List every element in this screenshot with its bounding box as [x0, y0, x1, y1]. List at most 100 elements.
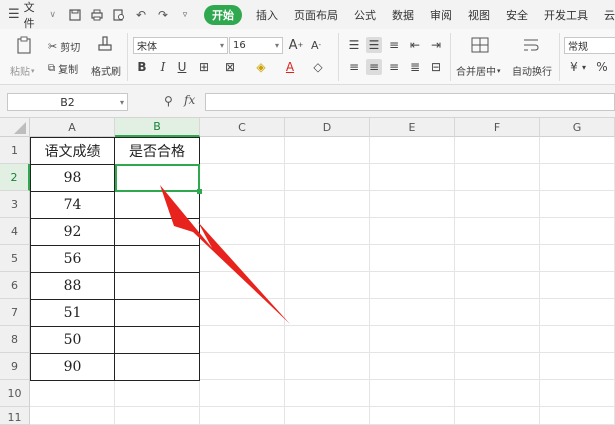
- empty-cell[interactable]: [285, 326, 370, 353]
- cell-b1[interactable]: 是否合格: [115, 137, 200, 165]
- align-top-icon[interactable]: ☰: [346, 37, 362, 53]
- tab-insert[interactable]: 插入: [248, 0, 286, 29]
- row-header-10[interactable]: 10: [0, 380, 30, 407]
- row-header-4[interactable]: 4: [0, 218, 30, 245]
- copy-button[interactable]: ⧉ 复制: [48, 61, 78, 76]
- empty-cell[interactable]: [540, 164, 615, 191]
- tab-data[interactable]: 数据: [384, 0, 422, 29]
- tab-view[interactable]: 视图: [460, 0, 498, 29]
- cell-a3[interactable]: 74: [30, 192, 115, 219]
- empty-cell[interactable]: [285, 191, 370, 218]
- undo-icon[interactable]: ↶: [132, 6, 150, 24]
- empty-cell[interactable]: [200, 191, 285, 218]
- empty-cell[interactable]: [540, 191, 615, 218]
- empty-cell[interactable]: [455, 407, 540, 425]
- borders-icon[interactable]: ⊞: [196, 59, 212, 75]
- underline-icon[interactable]: U: [174, 59, 190, 75]
- row-header-6[interactable]: 6: [0, 272, 30, 299]
- align-left-icon[interactable]: ≡: [346, 59, 362, 75]
- percent-icon[interactable]: %: [594, 59, 610, 75]
- wrap-text-label[interactable]: 自动换行: [512, 63, 552, 78]
- empty-cell[interactable]: [370, 380, 455, 407]
- row-header-5[interactable]: 5: [0, 245, 30, 272]
- column-header-d[interactable]: D: [285, 118, 370, 137]
- cell-b4[interactable]: [115, 219, 200, 246]
- merge-center-button[interactable]: 合并居中 ▾: [456, 63, 501, 79]
- fill-color-icon[interactable]: ⊠: [222, 59, 238, 75]
- empty-cell[interactable]: [540, 326, 615, 353]
- name-box[interactable]: B2 ▾: [7, 93, 128, 111]
- tab-developer[interactable]: 开发工具: [536, 0, 596, 29]
- empty-cell[interactable]: [370, 245, 455, 272]
- row-header-8[interactable]: 8: [0, 326, 30, 353]
- align-right-icon[interactable]: ≡: [386, 59, 402, 75]
- file-menu[interactable]: ☰ 文件 ∨: [0, 0, 56, 30]
- italic-icon[interactable]: I: [155, 59, 171, 75]
- font-size-select[interactable]: 16 ▾: [229, 37, 283, 54]
- row-header-1[interactable]: 1: [0, 137, 30, 164]
- empty-cell[interactable]: [285, 272, 370, 299]
- cell-a4[interactable]: 92: [30, 219, 115, 246]
- cell-a2[interactable]: 98: [30, 165, 115, 192]
- row-header-7[interactable]: 7: [0, 299, 30, 326]
- cell-b8[interactable]: [115, 327, 200, 354]
- print-preview-icon[interactable]: [110, 6, 128, 24]
- empty-cell[interactable]: [540, 245, 615, 272]
- tab-review[interactable]: 审阅: [422, 0, 460, 29]
- empty-cell[interactable]: [455, 326, 540, 353]
- empty-cell[interactable]: [285, 380, 370, 407]
- print-icon[interactable]: [88, 6, 106, 24]
- empty-cell[interactable]: [455, 380, 540, 407]
- align-middle-icon[interactable]: ☰: [366, 37, 382, 53]
- empty-cell[interactable]: [540, 272, 615, 299]
- empty-cell[interactable]: [370, 353, 455, 380]
- empty-cell[interactable]: [370, 326, 455, 353]
- cell-b3[interactable]: [115, 192, 200, 219]
- cut-button[interactable]: ✂ 剪切: [48, 39, 80, 54]
- insert-function-icon[interactable]: fx: [184, 93, 195, 107]
- empty-cell[interactable]: [285, 299, 370, 326]
- empty-cell[interactable]: [455, 218, 540, 245]
- cell-b2[interactable]: [115, 164, 200, 192]
- tab-home[interactable]: 开始: [204, 0, 242, 29]
- tab-cloud[interactable]: 云: [596, 0, 615, 29]
- tab-formulas[interactable]: 公式: [346, 0, 384, 29]
- column-header-f[interactable]: F: [455, 118, 540, 137]
- increase-indent-icon[interactable]: ⇥: [428, 37, 444, 53]
- tab-security[interactable]: 安全: [498, 0, 536, 29]
- empty-cell[interactable]: [370, 218, 455, 245]
- empty-cell[interactable]: [285, 407, 370, 425]
- empty-cell[interactable]: [200, 245, 285, 272]
- empty-cell[interactable]: [370, 137, 455, 164]
- empty-cell[interactable]: [200, 326, 285, 353]
- align-bottom-icon[interactable]: ≡: [386, 37, 402, 53]
- format-painter-icon[interactable]: [96, 35, 114, 55]
- merge-center-icon[interactable]: [470, 35, 490, 55]
- bold-icon[interactable]: B: [134, 59, 150, 75]
- empty-cell[interactable]: [540, 380, 615, 407]
- empty-cell[interactable]: [200, 353, 285, 380]
- increase-font-size-icon[interactable]: A +: [288, 37, 304, 53]
- align-center-icon[interactable]: ≡: [366, 59, 382, 75]
- column-header-b[interactable]: B: [115, 118, 200, 137]
- decrease-font-size-icon[interactable]: A-: [308, 37, 324, 53]
- empty-cell[interactable]: [455, 353, 540, 380]
- fill-handle[interactable]: [197, 189, 202, 194]
- cell-b5[interactable]: [115, 246, 200, 273]
- empty-cell[interactable]: [285, 245, 370, 272]
- cell-b6[interactable]: [115, 273, 200, 300]
- clear-format-icon[interactable]: ◇: [310, 59, 326, 75]
- cell-a8[interactable]: 50: [30, 327, 115, 354]
- empty-cell[interactable]: [540, 137, 615, 164]
- empty-cell[interactable]: [455, 191, 540, 218]
- empty-cell[interactable]: [200, 299, 285, 326]
- row-header-2[interactable]: 2: [0, 164, 30, 191]
- empty-cell[interactable]: [370, 191, 455, 218]
- row-header-11[interactable]: 11: [0, 407, 30, 425]
- cell-a7[interactable]: 51: [30, 300, 115, 327]
- empty-cell[interactable]: [455, 137, 540, 164]
- empty-cell[interactable]: [370, 272, 455, 299]
- formula-input[interactable]: [205, 93, 615, 111]
- column-header-g[interactable]: G: [540, 118, 615, 137]
- empty-cell[interactable]: [200, 272, 285, 299]
